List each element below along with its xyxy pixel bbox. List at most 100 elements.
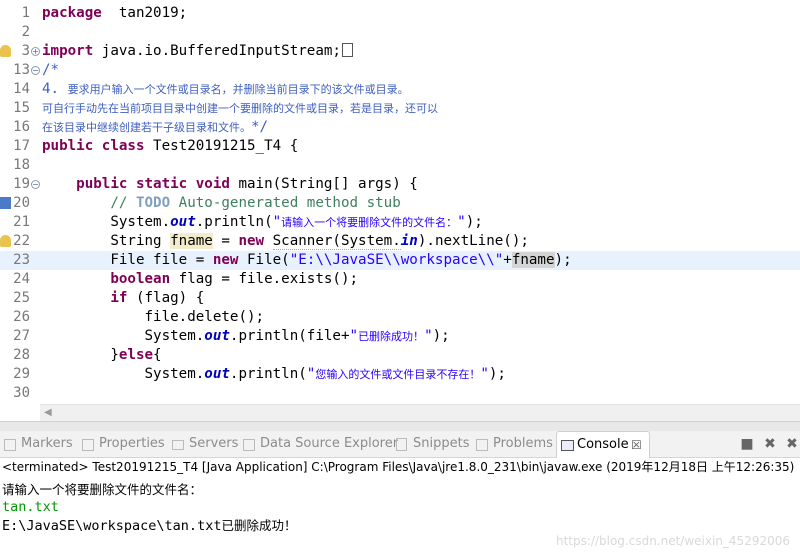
line-gutter[interactable]: 27 [0, 327, 40, 346]
code-editor[interactable]: 1 package tan2019; 2 3 + import java.io.Buffe… [0, 0, 800, 404]
code-line[interactable]: 14 4. 要求用户输入一个文件或目录名，并删除当前目录下的该文件或目录。 [0, 80, 800, 99]
problems-icon [476, 439, 488, 451]
line-gutter[interactable]: 17 [0, 137, 40, 156]
code-line[interactable]: 3 + import java.io.BufferedInputStream; [0, 42, 800, 61]
line-gutter[interactable]: 14 [0, 80, 40, 99]
code-line[interactable]: 18 [0, 156, 800, 175]
line-number: 22 [13, 233, 30, 249]
code-token: out [170, 214, 196, 230]
line-gutter[interactable]: 15 [0, 99, 40, 118]
line-gutter[interactable]: 22 [0, 232, 40, 251]
code-token: " [349, 328, 359, 344]
line-gutter[interactable]: 30 [0, 384, 40, 403]
line-number: 18 [13, 157, 30, 173]
code-line[interactable]: 26 file.delete(); [0, 308, 800, 327]
folded-region-icon[interactable] [341, 43, 353, 57]
code-text: file.delete(); [42, 308, 264, 327]
line-number: 19 [13, 176, 30, 192]
watermark: https://blog.csdn.net/weixin_45292006 [555, 534, 790, 548]
code-token: static [135, 176, 188, 192]
line-gutter[interactable]: 16 [0, 118, 40, 137]
line-gutter[interactable]: 13− [0, 61, 40, 80]
scroll-left-icon[interactable]: ◀ [44, 407, 52, 418]
code-text: /* [42, 61, 59, 80]
code-text: if (flag) { [42, 289, 204, 308]
line-gutter[interactable]: 18 [0, 156, 40, 175]
code-token: main(String[] args) { [229, 176, 418, 192]
line-gutter[interactable]: 28 [0, 346, 40, 365]
bottom-panel-tabbar: Markers Properties Servers Data Source E… [0, 431, 800, 458]
line-gutter[interactable]: 19− [0, 175, 40, 194]
data-source-icon [243, 439, 255, 451]
warning-marker-icon[interactable] [0, 45, 11, 57]
code-line[interactable]: 13−/* [0, 61, 800, 80]
line-gutter[interactable]: 25 [0, 289, 40, 308]
tab-problems-label: Problems [493, 436, 553, 451]
code-line[interactable]: 30 [0, 384, 800, 403]
line-gutter[interactable]: 24 [0, 270, 40, 289]
tab-console[interactable]: Console ☒ [556, 431, 650, 458]
line-gutter[interactable]: 2 [0, 23, 40, 42]
code-text: System.out.println("您输入的文件或文件目录不存在！"); [42, 365, 506, 384]
collapse-icon[interactable]: − [31, 66, 40, 75]
code-token: 请输入一个将要删除文件的文件名： [281, 216, 458, 229]
code-line[interactable]: 24 boolean flag = file.exists(); [0, 270, 800, 289]
code-text: }else{ [42, 346, 161, 365]
code-line[interactable]: 15 可自行手动先在当前项目目录中创建一个要删除的文件或目录，若是目录，还可以 [0, 99, 800, 118]
code-token: ); [465, 214, 483, 230]
task-marker-icon[interactable] [0, 197, 11, 209]
line-number: 1 [21, 5, 30, 21]
code-token: out [204, 366, 230, 382]
properties-icon [82, 439, 94, 451]
code-line[interactable]: 17 public class Test20191215_T4 { [0, 137, 800, 156]
line-gutter[interactable]: 29 [0, 365, 40, 384]
code-line[interactable]: 1 package tan2019; [0, 4, 800, 23]
line-number: 14 [13, 81, 30, 97]
remove-all-icon[interactable]: ✖ [785, 437, 799, 451]
line-gutter[interactable]: 21 [0, 213, 40, 232]
code-token: flag = file.exists(); [170, 271, 359, 287]
horizontal-scrollbar[interactable]: ◀ [40, 404, 800, 421]
code-token: " [457, 214, 466, 230]
code-token: boolean [110, 271, 171, 287]
code-line[interactable]: 20 // TODO Auto-generated method stub [0, 194, 800, 213]
collapse-icon[interactable]: − [31, 180, 40, 189]
code-line[interactable]: 23 File file = new File("E:\\JavaSE\\wor… [0, 251, 800, 270]
code-line[interactable]: 27 System.out.println(file+"已删除成功！"); [0, 327, 800, 346]
line-number: 30 [13, 385, 30, 401]
line-gutter[interactable]: 3 + [0, 42, 40, 61]
line-number: 23 [13, 252, 30, 268]
line-gutter[interactable]: 26 [0, 308, 40, 327]
close-icon[interactable]: ☒ [631, 432, 642, 458]
code-line[interactable]: 25 if (flag) { [0, 289, 800, 308]
code-line[interactable]: 22 String fname = new Scanner(System.in)… [0, 232, 800, 251]
expand-icon[interactable]: + [31, 47, 40, 56]
console-result-path: E:\JavaSE\workspace\tan.txt [2, 518, 222, 534]
code-token: System. [42, 214, 171, 230]
code-token: = [212, 233, 239, 249]
warning-marker-icon[interactable] [0, 235, 11, 247]
code-token: System. [42, 366, 205, 382]
code-line[interactable]: 19− public static void main(String[] arg… [0, 175, 800, 194]
code-token: + [503, 252, 512, 268]
line-gutter[interactable]: 20 [0, 194, 40, 213]
code-token: String [42, 233, 171, 249]
code-token: ).nextLine(); [417, 233, 529, 249]
console-icon [561, 440, 574, 451]
code-line[interactable]: 21 System.out.println("请输入一个将要删除文件的文件名："… [0, 213, 800, 232]
line-gutter[interactable]: 23 [0, 251, 40, 270]
code-token: void [195, 176, 230, 192]
line-number: 25 [13, 290, 30, 306]
code-line[interactable]: 16 在该目录中继续创建若干子级目录和文件。*/ [0, 118, 800, 137]
code-token: public [76, 176, 128, 192]
code-line[interactable]: 28 }else{ [0, 346, 800, 365]
code-line[interactable]: 29 System.out.println("您输入的文件或文件目录不存在！")… [0, 365, 800, 384]
line-number: 26 [13, 309, 30, 325]
code-line[interactable]: 2 [0, 23, 800, 42]
stop-icon[interactable]: ■ [740, 437, 754, 451]
code-text: boolean flag = file.exists(); [42, 270, 358, 289]
remove-launch-icon[interactable]: ✖ [763, 437, 777, 451]
line-gutter[interactable]: 1 [0, 4, 40, 23]
